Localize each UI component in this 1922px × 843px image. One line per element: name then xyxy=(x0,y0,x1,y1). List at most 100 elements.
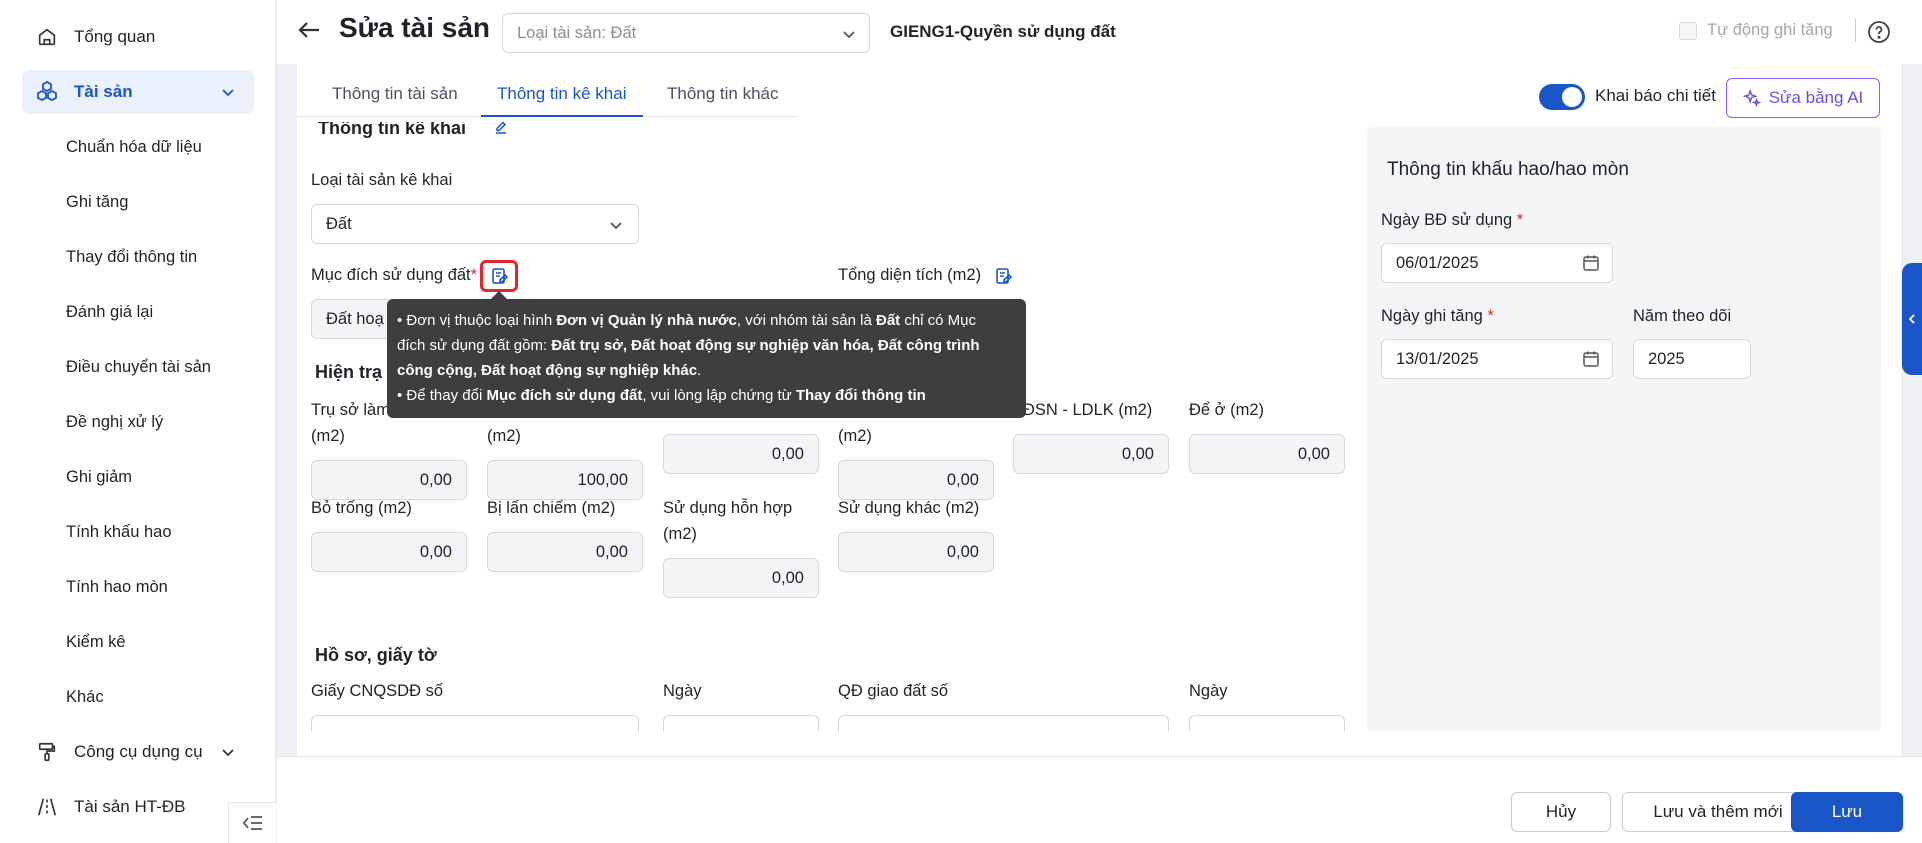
tooltip-line: • Đơn vị thuộc loại hình Đơn vị Quản lý … xyxy=(397,308,1016,333)
status-field-input[interactable]: 0,00 xyxy=(311,532,467,572)
nav-sub-item[interactable]: Đánh giá lại xyxy=(66,297,153,327)
status-field-label: Sử dụng khác (m2) xyxy=(838,499,980,517)
ai-edit-button[interactable]: Sửa bằng AI xyxy=(1726,78,1880,118)
page-title: Sửa tài sản xyxy=(339,12,491,43)
decision-date-input[interactable] xyxy=(1189,715,1345,732)
status-field-input[interactable]: 0,00 xyxy=(838,460,994,500)
track-year-input[interactable]: 2025 xyxy=(1633,339,1751,379)
auto-increase-checkbox[interactable] xyxy=(1679,22,1697,40)
home-icon xyxy=(34,24,60,50)
nav-sub-item[interactable]: Điều chuyển tài sản xyxy=(66,352,211,382)
tab-declaration-info[interactable]: Thông tin kê khai xyxy=(497,84,626,104)
cancel-button[interactable]: Hủy xyxy=(1511,792,1611,832)
cert-date-input[interactable] xyxy=(663,715,819,732)
declaration-type-value: Đất xyxy=(326,215,352,233)
page-footer: Hủy Lưu và thêm mới Lưu xyxy=(277,756,1922,843)
tab-other-info[interactable]: Thông tin khác xyxy=(667,84,779,104)
required-mark: * xyxy=(1516,211,1524,229)
cubes-icon xyxy=(34,79,60,105)
asset-type-select-value: Loại tài sản: Đất xyxy=(517,24,637,42)
tooltip-bold: công cộng, Đất hoạt động sự nghiệp khác xyxy=(397,362,698,379)
nav-sub-item[interactable]: Đề nghị xử lý xyxy=(66,407,163,437)
tooltip-bold: Mục đích sử dụng đất xyxy=(486,387,643,404)
depreciation-panel: Thông tin khấu hao/hao mòn Ngày BĐ sử dụ… xyxy=(1367,127,1881,731)
start-date-input[interactable]: 06/01/2025 xyxy=(1381,243,1613,283)
tooltip-bold: Đơn vị Quản lý nhà nước xyxy=(556,312,737,329)
nav-sub-item[interactable]: Ghi tăng xyxy=(66,187,128,217)
status-field-label: Bị lấn chiếm (m2) xyxy=(487,499,616,517)
status-field-input[interactable]: 0,00 xyxy=(663,558,819,598)
nav-sub-item[interactable]: Tính hao mòn xyxy=(66,572,168,602)
status-field-input[interactable]: 100,00 xyxy=(487,460,643,500)
nav-ht-db[interactable]: Tài sản HT-ĐB xyxy=(22,785,222,829)
increase-date-value: 13/01/2025 xyxy=(1396,350,1479,368)
active-tab-indicator xyxy=(481,115,643,117)
nav-tools[interactable]: Công cụ dụng cụ xyxy=(22,730,254,774)
status-field-input[interactable]: 0,00 xyxy=(1189,434,1345,474)
asset-type-select[interactable]: Loại tài sản: Đất xyxy=(502,13,870,53)
decision-date-label: Ngày xyxy=(1189,682,1228,700)
status-field-label: (m2) xyxy=(487,427,521,445)
status-field-label: Sử dụng hỗn hợp xyxy=(663,499,793,517)
nav-sub-item[interactable]: Tính khấu hao xyxy=(66,517,172,547)
nav-sub-item[interactable]: Kiểm kê xyxy=(66,627,126,657)
collapse-sidebar-button[interactable] xyxy=(228,802,276,843)
status-field-input[interactable]: 0,00 xyxy=(311,460,467,500)
tooltip-text: , với nhóm tài sản là xyxy=(736,312,876,329)
road-icon xyxy=(34,794,60,820)
nav-assets[interactable]: Tài sản xyxy=(22,70,254,114)
chevron-down-icon xyxy=(222,89,234,97)
tooltip-text: , vui lòng lập chứng từ xyxy=(642,387,796,404)
page-header: Sửa tài sản Loại tài sản: Đất GIENG1-Quy… xyxy=(277,0,1922,64)
decision-number-input[interactable] xyxy=(838,715,1169,732)
tooltip-bold: Thay đổi thông tin xyxy=(795,387,926,404)
status-field-input[interactable]: 0,00 xyxy=(838,532,994,572)
increase-date-input[interactable]: 13/01/2025 xyxy=(1381,339,1613,379)
tooltip-text: chỉ có Mục xyxy=(900,312,977,329)
status-field-label: (m2) xyxy=(311,427,345,445)
sidebar: Tổng quan Tài sản Chuẩn hóa dữ liệu Ghi … xyxy=(0,0,276,843)
status-field-input[interactable]: 0,00 xyxy=(663,434,819,474)
back-arrow-icon[interactable] xyxy=(295,16,323,44)
start-date-label: Ngày BĐ sử dụng * xyxy=(1381,207,1523,233)
tooltip-bold: Đất xyxy=(875,312,901,329)
chevron-down-icon xyxy=(222,749,234,757)
tooltip-bold: Đất trụ sở, Đất hoạt động sự nghiệp văn … xyxy=(551,337,980,354)
nav-overview[interactable]: Tổng quan xyxy=(22,15,254,59)
edit-icon[interactable] xyxy=(493,120,509,136)
nav-sub-item[interactable]: Ghi giảm xyxy=(66,462,132,492)
tab-asset-info[interactable]: Thông tin tài sản xyxy=(332,84,458,104)
status-section-title: Hiện trạ xyxy=(315,362,383,382)
save-button[interactable]: Lưu xyxy=(1791,792,1903,832)
status-field-input[interactable]: 0,00 xyxy=(487,532,643,572)
nav-sub-item[interactable]: Khác xyxy=(66,682,104,712)
header-divider xyxy=(1855,18,1856,42)
cert-number-input[interactable] xyxy=(311,715,639,732)
status-field-label: ĐSN - LDLK (m2) xyxy=(1023,401,1153,419)
declaration-section-title-text: Thông tin kê khai xyxy=(318,122,467,138)
sparkle-icon xyxy=(1742,89,1761,107)
documents-section-title: Hồ sơ, giấy tờ xyxy=(315,645,437,665)
status-field-input[interactable]: 0,00 xyxy=(1013,434,1169,474)
declaration-type-select[interactable]: Đất xyxy=(311,204,639,244)
decision-number-label: QĐ giao đất số xyxy=(838,682,949,700)
start-date-value: 06/01/2025 xyxy=(1396,254,1479,272)
nav-sub-item[interactable]: Chuẩn hóa dữ liệu xyxy=(66,132,202,162)
tooltip-line: đích sử dụng đất gồm: Đất trụ sở, Đất ho… xyxy=(397,333,1016,358)
tooltip-text: . xyxy=(697,362,702,379)
nav-sub-item[interactable]: Thay đổi thông tin xyxy=(66,242,197,272)
edit-note-icon[interactable] xyxy=(490,266,510,286)
ai-edit-label: Sửa bằng AI xyxy=(1768,88,1864,107)
land-purpose-label: Mục đích sử dụng đất* xyxy=(311,262,477,288)
increase-date-label-text: Ngày ghi tăng xyxy=(1381,307,1483,325)
detail-toggle[interactable] xyxy=(1539,84,1585,110)
tooltip-text: • Để thay đổi xyxy=(397,387,487,404)
edit-note-icon[interactable] xyxy=(994,266,1014,286)
required-mark: * xyxy=(470,266,478,284)
help-icon[interactable] xyxy=(1867,20,1891,44)
start-date-label-text: Ngày BĐ sử dụng xyxy=(1381,211,1513,229)
side-panel-handle[interactable] xyxy=(1902,263,1922,375)
calendar-icon xyxy=(1583,351,1599,367)
save-and-new-button[interactable]: Lưu và thêm mới xyxy=(1622,792,1814,832)
land-purpose-value: Đất hoạ xyxy=(326,310,384,328)
